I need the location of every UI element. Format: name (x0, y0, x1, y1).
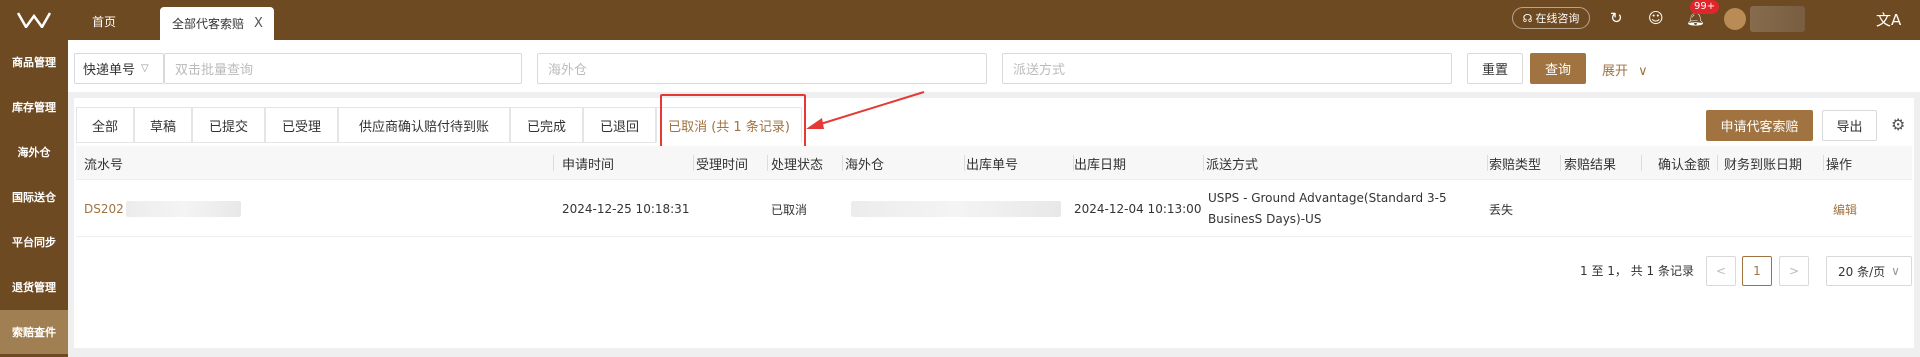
tab-status-completed[interactable]: 已完成 (510, 107, 583, 143)
reset-button[interactable]: 重置 (1467, 53, 1523, 84)
col-outbound-date: 出库日期 (1074, 146, 1204, 180)
close-tab-icon[interactable]: X (254, 16, 263, 31)
sidebar: 商品管理 库存管理 海外仓 国际送仓 平台同步 退货管理 索赔查件 (0, 40, 68, 357)
pagination-summary: 1 至 1， 共 1 条记录 (1580, 264, 1694, 278)
avatar[interactable] (1724, 8, 1746, 30)
tab-status-accepted[interactable]: 已受理 (265, 107, 338, 143)
col-outbound-no: 出库单号 (966, 146, 1074, 180)
col-claim-result: 索赔结果 (1564, 146, 1642, 180)
cell-status: 已取消 (771, 202, 808, 217)
logo-icon (17, 12, 51, 28)
headset-icon: ☊ (1522, 11, 1533, 25)
cell-outbound-date: 2024-12-04 10:13:00 (1074, 202, 1202, 216)
serial-prefix: DS202 (84, 202, 124, 216)
expand-label: 展开 (1602, 64, 1629, 79)
sidebar-item-overseas-warehouse[interactable]: 海外仓 (0, 130, 68, 174)
col-status: 处理状态 (771, 146, 843, 180)
expand-toggle[interactable]: 展开 ∨ (1602, 60, 1648, 79)
cell-shipping-method: USPS - Ground Advantage(Standard 3-5 Bus… (1208, 181, 1488, 237)
tab-status-pending-payment[interactable]: 供应商确认赔付待到账 (338, 107, 510, 143)
serial-redacted (125, 201, 241, 217)
prev-page-button[interactable]: < (1706, 256, 1736, 286)
refresh-icon[interactable]: ↻ (1610, 9, 1623, 27)
col-claim-type: 索赔类型 (1489, 146, 1561, 180)
shipping-method-line2: BusinesS Days)-US (1208, 212, 1322, 226)
query-button[interactable]: 查询 (1530, 53, 1586, 84)
batch-search-input[interactable]: 双击批量查询 (164, 53, 522, 84)
language-icon[interactable]: 文A (1876, 9, 1901, 30)
sidebar-item-returns[interactable]: 退货管理 (0, 265, 68, 309)
cell-apply-time: 2024-12-25 10:18:31 (562, 202, 690, 216)
col-serial: 流水号 (84, 146, 554, 180)
tab-home[interactable]: 首页 (92, 13, 116, 30)
top-bar: 首页 全部代客索赔 X ☊ 在线咨询 ↻ ☺ 🔔︎ 99+ 文A (0, 0, 1920, 40)
export-button[interactable]: 导出 (1822, 110, 1877, 141)
col-action: 操作 (1826, 157, 1853, 173)
edit-link[interactable]: 编辑 (1833, 181, 1857, 237)
user-name-blurred[interactable] (1750, 6, 1805, 32)
cell-warehouse-outbound-redacted (851, 181, 1061, 237)
sidebar-item-claims[interactable]: 索赔查件 (0, 310, 68, 354)
table-row: DS202 2024-12-25 10:18:31 已取消 2024-12-04… (76, 181, 1912, 237)
search-type-select[interactable]: 快递单号 ▽ (74, 53, 164, 84)
sidebar-item-products[interactable]: 商品管理 (0, 40, 68, 84)
gear-icon[interactable]: ⚙ (1891, 115, 1905, 134)
annotation-arrow-icon (806, 91, 925, 129)
tab-status-submitted[interactable]: 已提交 (192, 107, 265, 143)
cell-serial[interactable]: DS202 (84, 181, 284, 237)
warehouse-outbound-redacted (851, 201, 1061, 217)
shipping-method-line1: USPS - Ground Advantage(Standard 3-5 (1208, 191, 1447, 205)
col-warehouse: 海外仓 (845, 146, 965, 180)
col-accept-time: 受理时间 (696, 146, 768, 180)
tab-all-claims-label: 全部代客索赔 (172, 17, 245, 31)
warehouse-select[interactable]: 海外仓 (537, 53, 987, 84)
col-apply-time: 申请时间 (562, 146, 694, 180)
col-finance-date: 财务到账日期 (1724, 146, 1824, 180)
notification-badge: 99+ (1690, 0, 1720, 14)
col-shipping-method: 派送方式 (1206, 146, 1488, 180)
tab-all-claims[interactable]: 全部代客索赔 X (160, 7, 274, 40)
shipping-method-select[interactable]: 派送方式 (1002, 53, 1452, 84)
sidebar-item-international-delivery[interactable]: 国际送仓 (0, 175, 68, 219)
tab-status-all[interactable]: 全部 (76, 107, 134, 143)
annotation-highlight-box (660, 94, 806, 154)
col-confirm-amount: 确认金额 (1646, 146, 1718, 180)
online-consult-button[interactable]: ☊ 在线咨询 (1512, 7, 1590, 29)
chevron-down-icon: ∨ (1891, 264, 1900, 278)
logo[interactable] (0, 0, 68, 40)
search-type-value: 快递单号 (83, 63, 136, 78)
page-size-select[interactable]: 20 条/页 ∨ (1826, 256, 1912, 286)
table-header: 流水号 申请时间 受理时间 处理状态 海外仓 出库单号 出库日期 派送方式 索赔… (76, 146, 1912, 180)
sidebar-item-platform-sync[interactable]: 平台同步 (0, 220, 68, 264)
tab-status-draft[interactable]: 草稿 (134, 107, 192, 143)
filter-bar: 快递单号 ▽ 双击批量查询 海外仓 派送方式 重置 查询 展开 ∨ (68, 40, 1920, 92)
page-size-value: 20 条/页 (1838, 264, 1886, 279)
smile-icon[interactable]: ☺ (1648, 9, 1664, 27)
chevron-down-icon: ∨ (1638, 64, 1648, 79)
tab-status-returned[interactable]: 已退回 (583, 107, 656, 143)
page-1-button[interactable]: 1 (1742, 256, 1772, 286)
cell-claim-type: 丢失 (1489, 202, 1514, 217)
sidebar-item-inventory[interactable]: 库存管理 (0, 85, 68, 129)
chevron-down-icon: ▽ (141, 63, 149, 74)
apply-claim-button[interactable]: 申请代客索赔 (1706, 110, 1813, 141)
next-page-button[interactable]: > (1779, 256, 1809, 286)
online-consult-label: 在线咨询 (1535, 12, 1580, 25)
